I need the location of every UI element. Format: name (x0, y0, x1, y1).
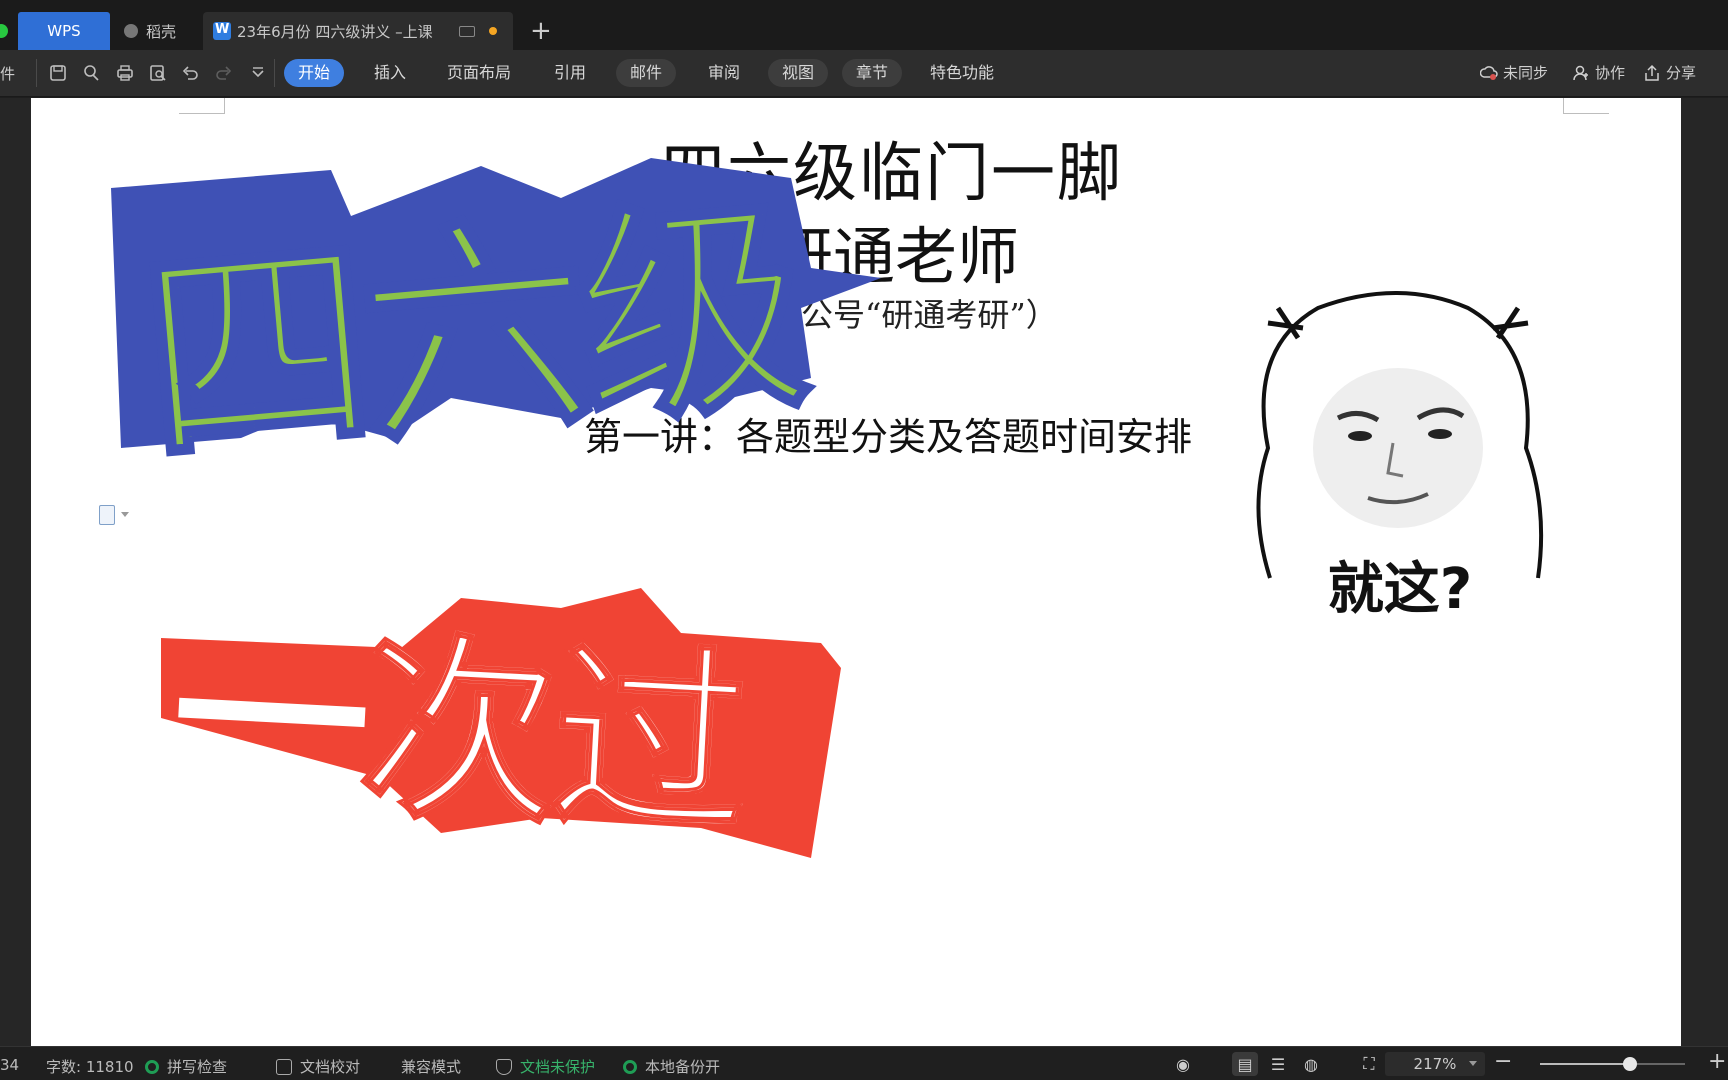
window-maximize-button[interactable] (0, 24, 8, 38)
format-painter-icon[interactable] (82, 63, 102, 83)
save-icon[interactable] (48, 63, 68, 83)
cloud-sync-icon (1480, 65, 1498, 80)
chevron-down-icon[interactable] (248, 63, 268, 83)
spell-check-label: 拼写检查 (167, 1058, 228, 1076)
spell-check-status-icon (145, 1059, 159, 1074)
paragraph-marker-icon[interactable] (99, 505, 115, 525)
proofread-icon (276, 1058, 292, 1075)
zoom-slider-knob[interactable] (1622, 1057, 1637, 1071)
tab-document-label: 23年6月份 四六级讲义 –上课 (237, 22, 433, 41)
writer-doc-icon (213, 22, 231, 40)
meme-right-hair-tuft (1492, 306, 1529, 340)
tab-daoke-label: 稻壳 (146, 22, 177, 41)
sticker-pass-text: 一次过 (165, 600, 754, 863)
outline-view-icon[interactable]: ☰ (1265, 1052, 1291, 1076)
user-add-icon (1573, 65, 1588, 80)
document-protection-button[interactable]: 文档未保护 (496, 1056, 595, 1077)
chevron-down-icon (1469, 1061, 1477, 1066)
zoom-in-button[interactable]: + (1708, 1049, 1726, 1074)
fit-page-icon[interactable]: ⛶ (1356, 1052, 1382, 1076)
zoom-select[interactable]: 217% (1385, 1052, 1485, 1076)
undo-icon[interactable] (180, 63, 200, 83)
tab-bar: WPS 稻壳 23年6月份 四六级讲义 –上课 + (0, 0, 1728, 50)
zoom-slider-fill (1540, 1063, 1630, 1065)
print-preview-icon[interactable] (148, 63, 168, 83)
daoke-icon (124, 24, 138, 38)
local-backup-label: 本地备份开 (645, 1058, 721, 1076)
meme-left-eye (1348, 431, 1372, 441)
document-page[interactable]: 四六级临门一脚 研通老师 公号“研通考研”） 第一讲：各题型分类及答题时间安排 … (31, 98, 1681, 1046)
new-tab-button[interactable]: + (530, 14, 552, 48)
status-bar: 34 字数: 11810 拼写检查 文档校对 兼容模式 文档未保护 本地备份开 … (0, 1046, 1728, 1080)
sync-status-button[interactable]: 未同步 (1480, 62, 1548, 83)
meme-image[interactable]: 就这? (1208, 268, 1592, 622)
tab-daoke[interactable]: 稻壳 (120, 12, 196, 50)
toolbar-divider (274, 59, 275, 87)
zoom-slider[interactable] (1540, 1057, 1685, 1071)
sticker-pass: 一次过 (161, 588, 861, 868)
backup-status-icon (623, 1059, 637, 1074)
margin-corner-mark (1563, 98, 1609, 114)
eye-protection-icon[interactable]: ◉ (1170, 1052, 1196, 1076)
menu-tab-review[interactable]: 审阅 (694, 59, 754, 87)
unsaved-dot-icon (488, 27, 497, 35)
chevron-down-icon[interactable] (121, 512, 129, 517)
zoom-value: 217% (1413, 1055, 1457, 1073)
share-button[interactable]: 分享 (1643, 62, 1696, 83)
page-indicator[interactable]: 34 (0, 1056, 19, 1074)
proofread-label: 文档校对 (300, 1058, 361, 1076)
tab-wps-home[interactable]: WPS (18, 12, 110, 50)
menu-tab-special-features[interactable]: 特色功能 (916, 59, 1008, 87)
tab-document[interactable]: 23年6月份 四六级讲义 –上课 (203, 12, 513, 50)
zoom-out-button[interactable]: − (1494, 1049, 1512, 1074)
collaborate-button[interactable]: 协作 (1572, 62, 1625, 83)
meme-right-eye (1428, 429, 1452, 439)
monitor-icon[interactable] (458, 25, 475, 37)
sync-status-label: 未同步 (1503, 64, 1549, 82)
collaborate-label: 协作 (1595, 64, 1626, 82)
meme-caption: 就这? (1327, 557, 1473, 622)
menu-tab-home[interactable]: 开始 (284, 59, 345, 87)
document-workspace[interactable]: 四六级临门一脚 研通老师 公号“研通考研”） 第一讲：各题型分类及答题时间安排 … (0, 98, 1728, 1046)
word-count[interactable]: 字数: 11810 (46, 1056, 134, 1077)
toolbar-divider (36, 59, 37, 87)
local-backup-button[interactable]: 本地备份开 (623, 1056, 720, 1077)
page-view-icon[interactable]: ▤ (1232, 1052, 1258, 1076)
menu-tab-insert[interactable]: 插入 (360, 59, 420, 87)
sticker-sixlevel: 四六级 (91, 138, 881, 498)
menu-tab-mailings[interactable]: 邮件 (616, 59, 677, 87)
margin-corner-mark (179, 98, 225, 114)
file-menu[interactable]: 件 (0, 63, 15, 84)
share-label: 分享 (1666, 64, 1697, 82)
menu-tab-references[interactable]: 引用 (540, 59, 600, 87)
compat-mode-label: 兼容模式 (401, 1058, 462, 1076)
proofread-button[interactable]: 文档校对 (276, 1056, 360, 1077)
share-icon (1645, 64, 1659, 81)
spell-check-button[interactable]: 拼写检查 (145, 1056, 227, 1077)
menu-tab-chapter[interactable]: 章节 (842, 59, 903, 87)
tab-wps-label: WPS (47, 22, 81, 40)
shield-icon (496, 1058, 512, 1075)
menu-tab-page-layout[interactable]: 页面布局 (433, 59, 525, 87)
sticker-sixlevel-text: 四六级 (132, 172, 818, 496)
web-view-icon[interactable]: ◍ (1298, 1052, 1324, 1076)
menu-tab-view[interactable]: 视图 (768, 59, 829, 87)
toolbar: 件 开始 插入 页面布局 引用 邮件 审阅 视图 章节 特色功能 未同步 协作 … (0, 50, 1728, 97)
redo-icon[interactable] (214, 63, 234, 83)
print-icon[interactable] (115, 63, 135, 83)
document-protection-label: 文档未保护 (520, 1058, 596, 1076)
